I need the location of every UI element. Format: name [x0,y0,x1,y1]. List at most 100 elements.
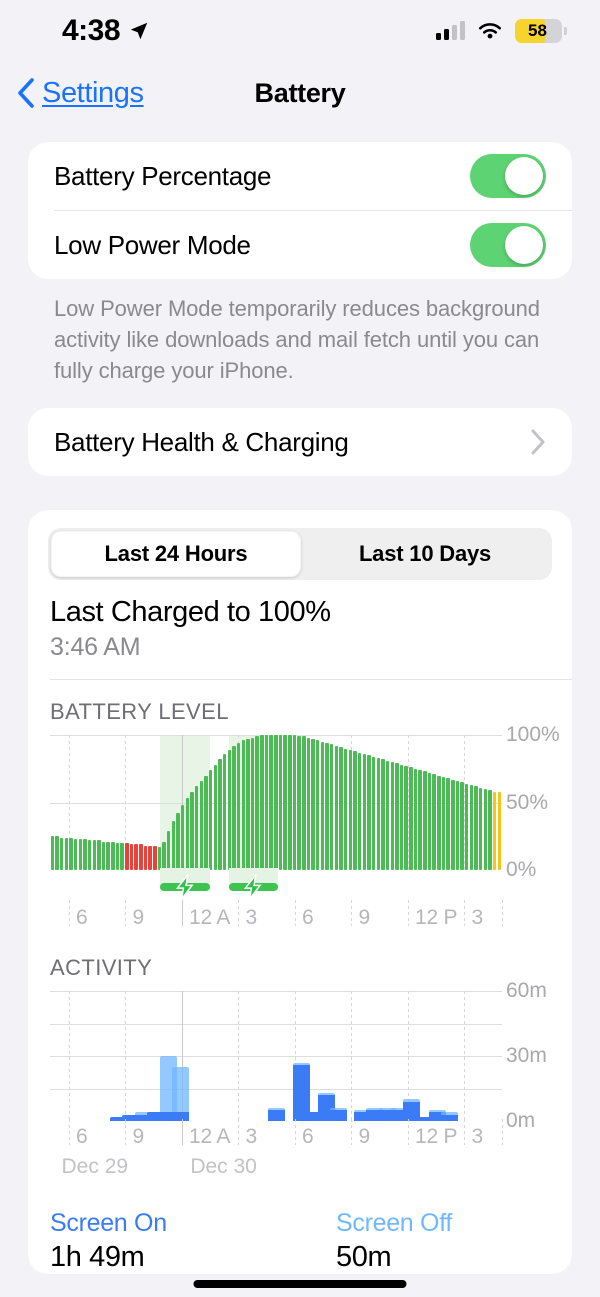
chart-bar [241,740,245,870]
chart-bar [283,735,287,870]
battery-indicator: 58 [515,19,567,43]
chart-bar [446,778,450,870]
nav-bar: Settings Battery [0,62,600,124]
chart-bar [478,787,483,870]
gridline-vertical [464,991,466,1121]
row-battery-health[interactable]: Battery Health & Charging [28,408,572,476]
last-charged-block: Last Charged to 100% 3:46 AM [28,580,572,662]
x-axis-tick: 9 [358,906,370,929]
chart-bar [199,780,204,870]
chart-bar [125,843,129,870]
chart-bar [492,791,497,870]
battery-percentage-toggle[interactable] [470,154,546,198]
chart-bar [390,762,394,870]
activity-date-labels: Dec 29 Dec 30 [50,1155,502,1187]
chart-bar [474,786,478,870]
chart-bar [348,749,353,870]
bar-segment-screen-off [330,1108,348,1111]
battery-health-label: Battery Health & Charging [54,426,349,457]
charging-bolt-icon [244,874,262,900]
bar-segment-screen-on [268,1110,286,1121]
tab-last-10-days[interactable]: Last 10 Days [301,531,549,577]
low-power-mode-label: Low Power Mode [54,229,251,260]
chart-bar [213,764,218,870]
cellular-bars-icon [436,21,465,40]
chart-bar [185,798,190,870]
x-axis-tick: 9 [132,906,144,929]
chart-bar [129,844,134,870]
screen-off-value: 50m [336,1241,392,1273]
status-bar-left: 4:38 [62,14,150,48]
x-axis-tick-line [502,1119,503,1145]
chart-bar [325,743,329,870]
timeframe-segmented-control[interactable]: Last 24 Hours Last 10 Days [48,528,552,580]
chart-bar [268,1108,286,1121]
charging-indicator-row [50,868,502,902]
chart-bar [134,844,138,870]
battery-level-y-axis: 0% 50% 100% [506,723,572,881]
chart-bar [171,821,176,870]
x-axis-tick: 6 [75,1125,88,1148]
battery-level-plot [50,735,502,870]
gridline [50,1023,502,1025]
chart-bar [59,837,64,870]
bar-segment-screen-on [330,1110,348,1121]
chart-bar [357,752,362,870]
activity-title: ACTIVITY [50,955,153,980]
chart-bar [399,764,404,870]
activity-plot [50,991,502,1121]
screen-time-summary: Screen On 1h 49m Screen Off 50m [28,1187,572,1274]
chart-bar [371,756,376,870]
chart-bar [497,791,502,870]
chart-bar [292,735,297,870]
chart-bar [488,790,492,870]
battery-level-x-axis: 6 9 12 A 3 6 9 12 P 3 [50,900,503,936]
date-label: Dec 30 [190,1155,257,1178]
chart-bar [376,757,380,870]
battery-cap [564,27,567,35]
chart-bar [409,767,413,870]
tab-last-24-hours[interactable]: Last 24 Hours [51,531,301,577]
chart-bar [329,744,334,870]
gridline [50,1056,502,1057]
y-axis-tick: 0m [506,1109,536,1132]
chart-bar [106,841,110,870]
last-charged-title: Last Charged to 100% [50,596,331,628]
battery-usage-card: Last 24 Hours Last 10 Days Last Charged … [28,510,572,1274]
bar-segment-screen-off [172,1066,190,1113]
bar-segment-screen-on [172,1112,190,1121]
chart-bar [316,740,320,870]
row-low-power-mode[interactable]: Low Power Mode [28,211,572,279]
chart-bar [413,768,418,870]
bar-segment-screen-off [268,1108,286,1111]
home-indicator [193,1280,407,1288]
chart-bar [101,841,106,870]
screen-on-label: Screen On [50,1209,167,1237]
chart-bar [222,753,227,870]
chart-bar [78,838,82,870]
y-axis-tick: 50% [506,790,549,814]
chart-bar [55,836,59,870]
x-axis-tick: 12 A [188,1125,231,1148]
chart-bar [194,786,199,870]
x-axis-tick: 3 [245,906,257,929]
x-axis-tick: 9 [132,1125,144,1148]
low-power-mode-toggle[interactable] [470,223,546,267]
screen-on-value: 1h 49m [50,1241,145,1273]
chart-bar [162,841,166,870]
chart-bar [269,735,273,870]
y-axis-tick: 0% [506,858,537,881]
last-charged-time: 3:46 AM [50,633,141,661]
status-bar-right: 58 [436,19,567,43]
bar-segment-screen-off [440,1112,458,1115]
chart-bar [180,805,185,870]
chart-bar [246,739,250,870]
chart-bar [362,753,367,870]
gridline [50,1088,502,1090]
chart-bar [139,844,143,870]
chart-bar [278,735,283,870]
charging-bolt-icon [175,874,194,900]
row-battery-percentage[interactable]: Battery Percentage [28,142,572,210]
wifi-icon [479,23,501,39]
chart-bar [353,751,357,870]
